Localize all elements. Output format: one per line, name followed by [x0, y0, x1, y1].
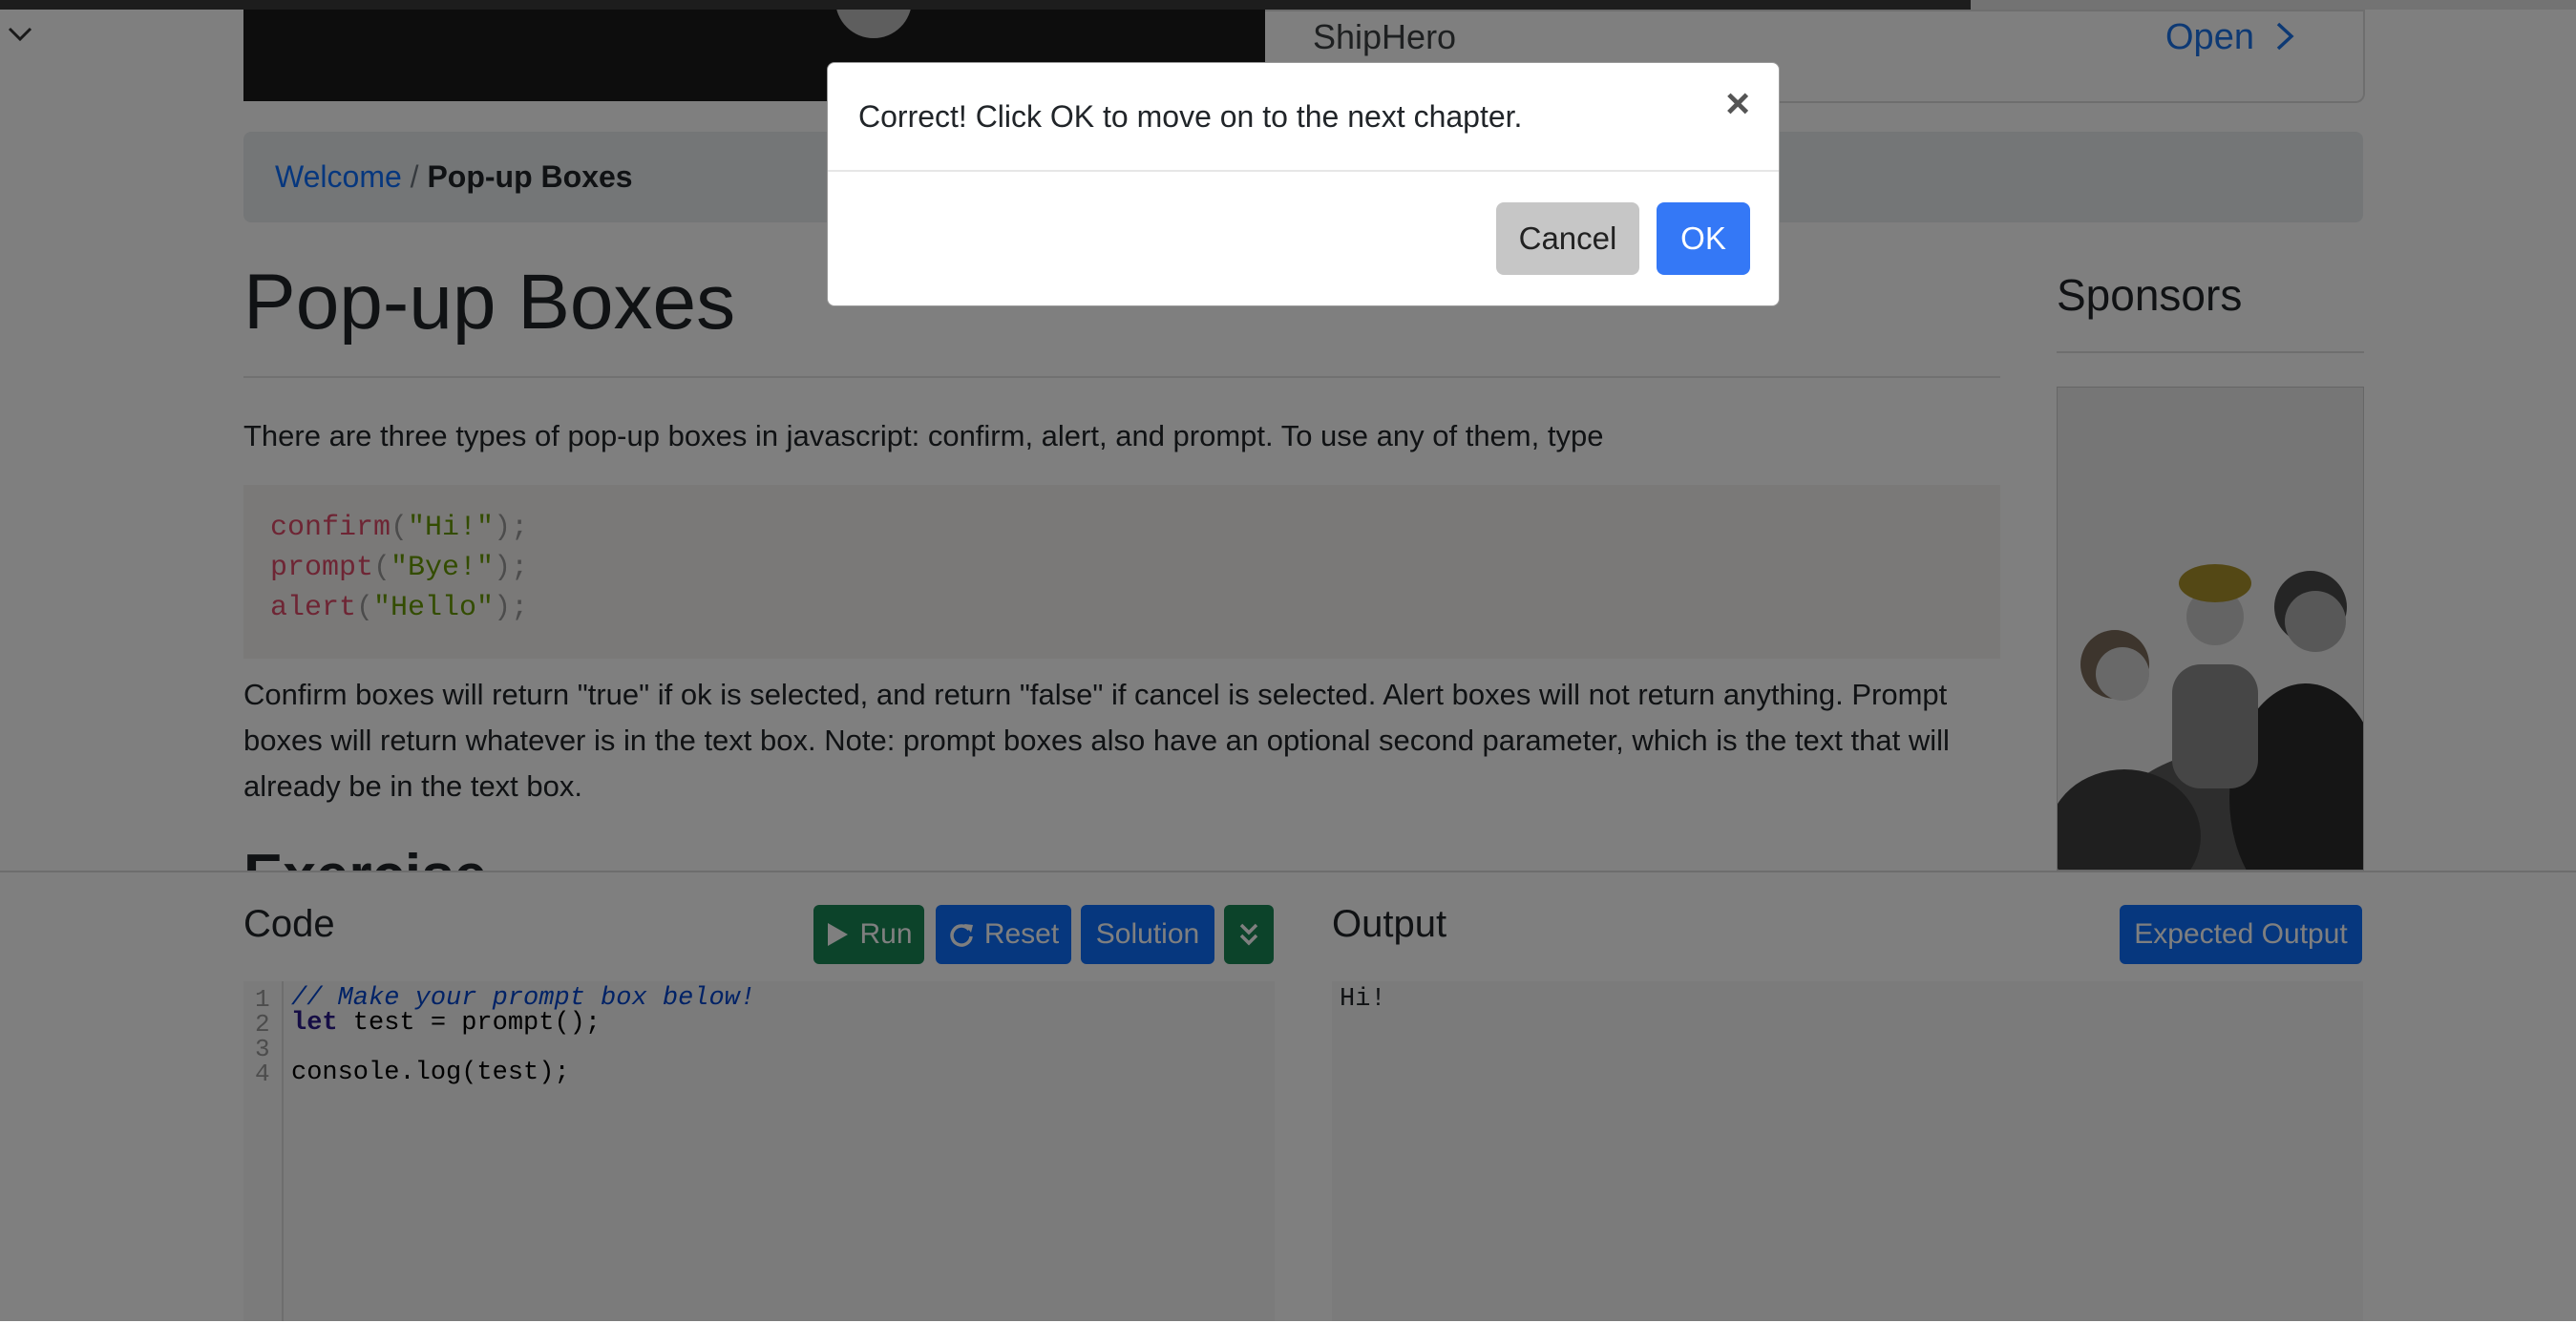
cancel-button[interactable]: Cancel	[1496, 202, 1639, 275]
confirm-dialog: Correct! Click OK to move on to the next…	[827, 62, 1780, 306]
close-icon[interactable]: ×	[1725, 80, 1750, 128]
ok-button[interactable]: OK	[1657, 202, 1750, 275]
dialog-message: Correct! Click OK to move on to the next…	[858, 99, 1523, 134]
dialog-divider	[828, 170, 1779, 172]
